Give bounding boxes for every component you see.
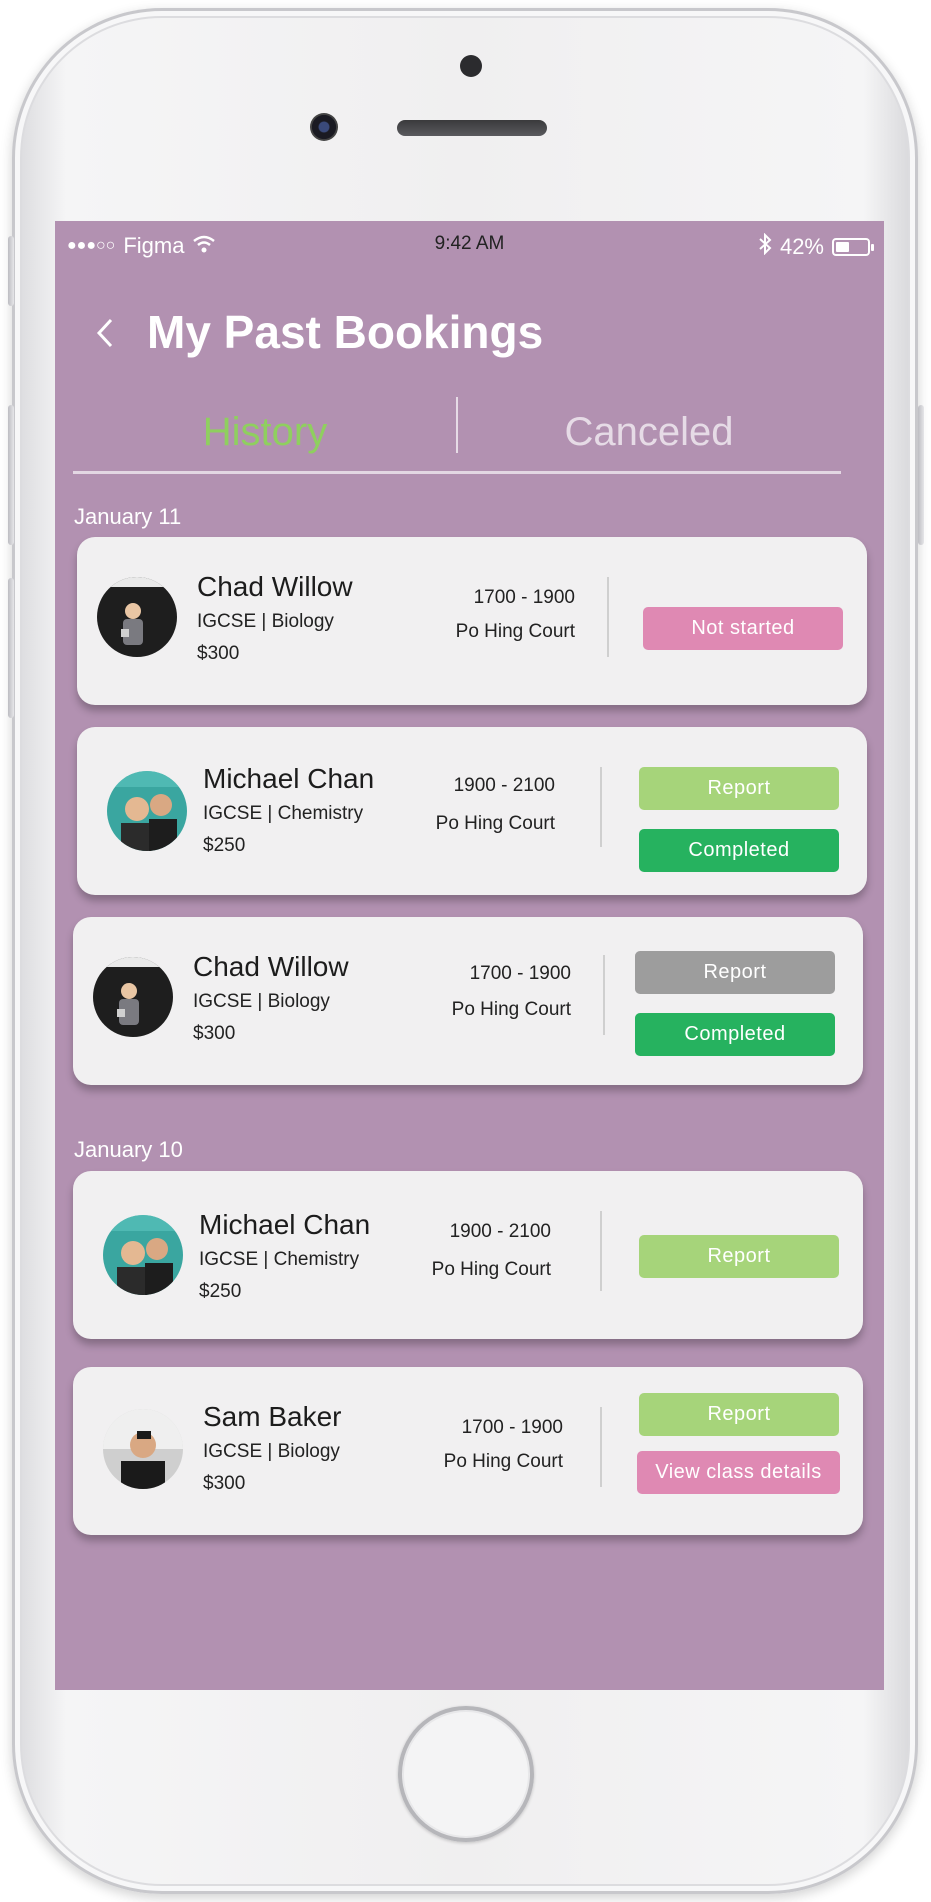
course-label: IGCSE | Biology xyxy=(193,991,330,1012)
battery-percent: 42% xyxy=(779,234,824,259)
time-slot: 1700 - 1900 xyxy=(469,963,571,984)
tab-canceled[interactable]: Canceled xyxy=(457,397,841,467)
card-divider xyxy=(600,767,602,847)
price-label: $300 xyxy=(203,1473,246,1494)
report-button[interactable]: Report xyxy=(639,767,839,810)
mute-switch xyxy=(8,236,14,306)
booking-card[interactable]: Michael Chan IGCSE | Chemistry $250 1900… xyxy=(77,727,867,895)
tab-history[interactable]: History xyxy=(73,397,457,467)
card-divider xyxy=(600,1407,602,1487)
booking-card[interactable]: Sam Baker IGCSE | Biology $300 1700 - 19… xyxy=(73,1367,863,1535)
price-label: $250 xyxy=(199,1281,242,1302)
booking-card[interactable]: Chad Willow IGCSE | Biology $300 1700 - … xyxy=(73,917,863,1085)
volume-up-button xyxy=(8,405,14,545)
time-slot: 1700 - 1900 xyxy=(473,587,575,608)
page-title: My Past Bookings xyxy=(147,306,544,358)
report-button[interactable]: Report xyxy=(635,951,835,994)
battery-icon xyxy=(832,238,874,256)
price-label: $300 xyxy=(197,643,240,664)
back-button[interactable] xyxy=(85,313,125,353)
booking-card[interactable]: Michael Chan IGCSE | Chemistry $250 1900… xyxy=(73,1171,863,1339)
status-bar: ●●●○○ Figma 9:42 AM 42% xyxy=(55,221,884,267)
report-button[interactable]: Report xyxy=(639,1235,839,1278)
completed-button[interactable]: Completed xyxy=(635,1013,835,1056)
power-button xyxy=(918,405,924,545)
location-label: Po Hing Court xyxy=(443,1451,563,1472)
card-divider xyxy=(607,577,609,657)
avatar xyxy=(107,771,187,851)
tutor-name: Chad Willow xyxy=(197,571,353,602)
time-slot: 1700 - 1900 xyxy=(461,1417,563,1438)
section-date: January 11 xyxy=(74,504,182,529)
price-label: $250 xyxy=(203,835,246,856)
time-slot: 1900 - 2100 xyxy=(453,775,555,796)
course-label: IGCSE | Chemistry xyxy=(199,1249,360,1270)
course-label: IGCSE | Chemistry xyxy=(203,803,364,824)
status-right: 42% xyxy=(758,232,874,261)
course-label: IGCSE | Biology xyxy=(197,611,334,632)
card-divider xyxy=(603,955,605,1035)
tutor-name: Sam Baker xyxy=(203,1401,342,1432)
avatar xyxy=(103,1409,183,1489)
bluetooth-icon xyxy=(758,232,772,261)
tutor-name: Michael Chan xyxy=(199,1209,371,1240)
avatar xyxy=(103,1215,183,1295)
location-label: Po Hing Court xyxy=(455,621,575,642)
volume-down-button xyxy=(8,578,14,718)
tab-bar: History Canceled xyxy=(73,397,841,474)
avatar xyxy=(97,577,177,657)
section-date: January 10 xyxy=(74,1137,183,1162)
view-class-details-button[interactable]: View class details xyxy=(637,1451,840,1494)
battery-fill xyxy=(836,242,849,252)
location-label: Po Hing Court xyxy=(431,1259,551,1280)
tutor-name: Chad Willow xyxy=(193,951,349,982)
page-header: My Past Bookings xyxy=(55,301,884,361)
time-slot: 1900 - 2100 xyxy=(449,1221,551,1242)
app-screen: ●●●○○ Figma 9:42 AM 42% My Past Bookings… xyxy=(55,221,884,1690)
avatar xyxy=(93,957,173,1037)
report-button[interactable]: Report xyxy=(639,1393,839,1436)
proximity-sensor xyxy=(460,55,482,77)
price-label: $300 xyxy=(193,1023,236,1044)
tutor-name: Michael Chan xyxy=(203,763,375,794)
location-label: Po Hing Court xyxy=(451,999,571,1020)
course-label: IGCSE | Biology xyxy=(203,1441,340,1462)
booking-card[interactable]: Chad Willow IGCSE | Biology $300 1700 - … xyxy=(77,537,867,705)
not-started-button[interactable]: Not started xyxy=(643,607,843,650)
earpiece-speaker xyxy=(397,120,547,136)
card-divider xyxy=(600,1211,602,1291)
home-button[interactable] xyxy=(398,1706,534,1842)
front-camera xyxy=(310,113,338,141)
chevron-left-icon xyxy=(96,318,113,348)
location-label: Po Hing Court xyxy=(435,813,555,834)
completed-button[interactable]: Completed xyxy=(639,829,839,872)
